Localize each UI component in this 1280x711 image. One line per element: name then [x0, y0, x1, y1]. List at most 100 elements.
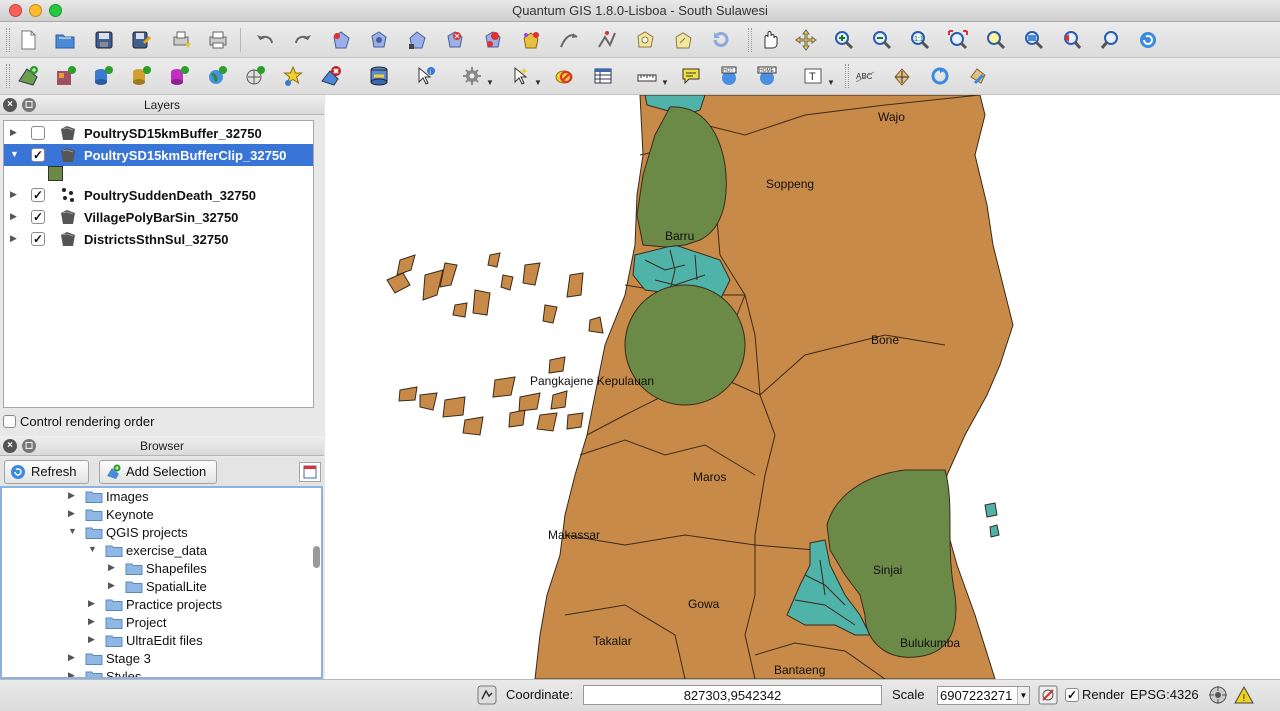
add-wfs-layer-icon[interactable]	[242, 64, 268, 88]
new-shapefile-icon[interactable]	[280, 64, 306, 88]
layer-row[interactable]: ▶ PoultrySD15kmBuffer_32750	[4, 122, 313, 144]
pan-to-selection-icon[interactable]	[793, 28, 819, 52]
undo-icon[interactable]	[252, 28, 278, 52]
layer-row[interactable]: ▶ ✓ VillagePolyBarSin_32750	[4, 206, 313, 228]
toolbar-handle[interactable]	[845, 64, 849, 88]
collapse-arrow-icon[interactable]: ▼	[10, 149, 19, 159]
expand-arrow-icon[interactable]: ▶	[10, 189, 17, 200]
add-wms-layer-icon[interactable]	[204, 64, 230, 88]
rotate-label-icon[interactable]	[927, 64, 953, 88]
database-icon[interactable]	[366, 64, 392, 88]
refresh-button[interactable]: Refresh	[4, 460, 89, 484]
chevron-down-icon[interactable]: ▼	[1017, 687, 1029, 704]
annotation-dropdown-icon[interactable]: ▼	[827, 78, 835, 87]
map-canvas[interactable]: Wajo Soppeng Barru Bone Pangkajene Kepul…	[325, 95, 1280, 679]
crs-status-icon[interactable]	[1208, 685, 1228, 705]
add-mssql-layer-icon[interactable]	[166, 64, 192, 88]
layer-visibility-checkbox[interactable]: ✓	[31, 210, 45, 224]
expand-arrow-icon[interactable]: ▶	[10, 127, 17, 138]
add-raster-layer-icon[interactable]	[53, 64, 79, 88]
toolbar-handle[interactable]	[6, 64, 10, 88]
layer-row[interactable]: ▶ ✓ PoultrySuddenDeath_32750	[4, 184, 313, 206]
label-icon[interactable]: ABC	[852, 64, 878, 88]
coordinate-field[interactable]: 827303,9542342	[583, 685, 882, 705]
add-vector-layer-icon[interactable]	[15, 64, 41, 88]
action-icon[interactable]	[459, 64, 485, 88]
add-feature-icon[interactable]	[328, 28, 354, 52]
new-project-icon[interactable]	[15, 28, 41, 52]
layer-visibility-checkbox[interactable]: ✓	[31, 232, 45, 246]
pan-icon[interactable]	[756, 28, 782, 52]
save-project-icon[interactable]	[91, 28, 117, 52]
layer-visibility-checkbox[interactable]: ✓	[31, 188, 45, 202]
save-as-icon[interactable]	[128, 28, 154, 52]
measure-dropdown-icon[interactable]: ▼	[661, 78, 669, 87]
add-postgis-layer-icon[interactable]	[90, 64, 116, 88]
move-feature-icon[interactable]	[366, 28, 392, 52]
show-bookmarks-icon[interactable]: HOME	[754, 64, 780, 88]
zoom-next-icon[interactable]	[1097, 28, 1123, 52]
expand-arrow-icon[interactable]: ▶	[10, 211, 17, 222]
paste-features-icon[interactable]	[518, 28, 544, 52]
zoom-actual-icon[interactable]: 1:1	[907, 28, 933, 52]
expand-arrow-icon[interactable]: ▶	[88, 598, 95, 609]
collapse-all-button[interactable]	[299, 462, 321, 482]
collapse-arrow-icon[interactable]: ▼	[88, 544, 97, 554]
layer-visibility-checkbox[interactable]: ✓	[31, 148, 45, 162]
expand-arrow-icon[interactable]: ▶	[10, 233, 17, 244]
crs-label[interactable]: EPSG:4326	[1130, 687, 1199, 702]
toolbar-handle[interactable]	[6, 28, 10, 52]
stop-rendering-icon[interactable]	[1038, 685, 1058, 705]
toolbar-handle[interactable]	[748, 28, 752, 52]
scrollbar-thumb[interactable]	[313, 546, 320, 568]
checkbox-box[interactable]	[3, 415, 16, 428]
expand-arrow-icon[interactable]: ▶	[68, 670, 75, 677]
layer-visibility-checkbox[interactable]	[31, 126, 45, 140]
zoom-layer-icon[interactable]	[1021, 28, 1047, 52]
expand-arrow-icon[interactable]: ▶	[108, 580, 115, 591]
zoom-in-icon[interactable]	[831, 28, 857, 52]
deselect-icon[interactable]	[551, 64, 577, 88]
control-rendering-order-checkbox[interactable]: Control rendering order	[3, 414, 154, 429]
zoom-out-icon[interactable]	[869, 28, 895, 52]
delete-selected-icon[interactable]	[442, 28, 468, 52]
expand-arrow-icon[interactable]: ▶	[108, 562, 115, 573]
expand-arrow-icon[interactable]: ▶	[68, 508, 75, 519]
add-ring-icon[interactable]	[632, 28, 658, 52]
cut-features-icon[interactable]	[480, 28, 506, 52]
remove-layer-icon[interactable]	[318, 64, 344, 88]
zoom-last-icon[interactable]	[1059, 28, 1085, 52]
expand-arrow-icon[interactable]: ▶	[88, 634, 95, 645]
print-icon[interactable]	[205, 28, 231, 52]
new-print-composer-icon[interactable]	[168, 28, 194, 52]
collapse-arrow-icon[interactable]: ▼	[68, 526, 77, 536]
new-bookmark-icon[interactable]: HOT	[716, 64, 742, 88]
add-spatialite-layer-icon[interactable]	[128, 64, 154, 88]
open-project-icon[interactable]	[52, 28, 78, 52]
zoom-full-icon[interactable]	[945, 28, 971, 52]
move-label-icon[interactable]	[889, 64, 915, 88]
measure-icon[interactable]	[634, 64, 660, 88]
expand-arrow-icon[interactable]: ▶	[68, 490, 75, 501]
expand-arrow-icon[interactable]: ▶	[88, 616, 95, 627]
coordinate-toggle-icon[interactable]	[477, 685, 497, 705]
browser-scrollbar[interactable]	[311, 488, 321, 677]
node-tool-icon[interactable]	[404, 28, 430, 52]
digitize-icon[interactable]	[594, 28, 620, 52]
refresh-icon[interactable]	[708, 28, 734, 52]
select-icon[interactable]	[508, 64, 534, 88]
redo-icon[interactable]	[290, 28, 316, 52]
change-label-icon[interactable]	[965, 64, 991, 88]
action-dropdown-icon[interactable]: ▼	[486, 78, 494, 87]
add-selection-button[interactable]: Add Selection	[99, 460, 217, 484]
zoom-selection-icon[interactable]	[983, 28, 1009, 52]
map-tips-icon[interactable]	[678, 64, 704, 88]
expand-arrow-icon[interactable]: ▶	[68, 652, 75, 663]
warning-icon[interactable]: !	[1234, 685, 1254, 705]
render-checkbox[interactable]: ✓	[1065, 688, 1079, 702]
rotate-icon[interactable]	[670, 28, 696, 52]
capture-line-icon[interactable]	[556, 28, 582, 52]
text-annotation-icon[interactable]: T	[800, 64, 826, 88]
select-dropdown-icon[interactable]: ▼	[534, 78, 542, 87]
layer-row-selected[interactable]: ▼ ✓ PoultrySD15kmBufferClip_32750	[4, 144, 313, 166]
